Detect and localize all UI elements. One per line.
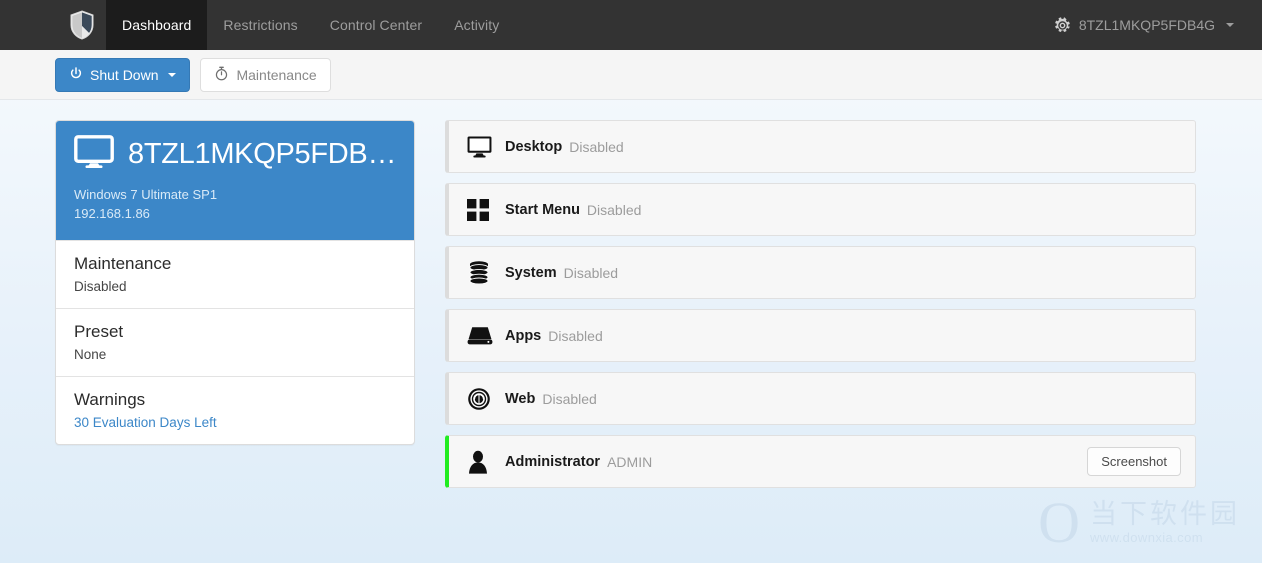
site-watermark: O 当下软件园 www.downxia.com bbox=[1038, 489, 1240, 555]
watermark-text: 当下软件园 www.downxia.com bbox=[1090, 501, 1240, 545]
nav-tab-control-center[interactable]: Control Center bbox=[314, 0, 438, 50]
nav-tab-label: Control Center bbox=[329, 17, 423, 33]
feature-name: System bbox=[505, 264, 557, 281]
feature-name: Desktop bbox=[505, 138, 563, 155]
feature-state: Disabled bbox=[563, 264, 619, 281]
monitor-icon bbox=[74, 135, 114, 174]
feature-name: Start Menu bbox=[505, 201, 580, 218]
hdd-icon bbox=[467, 326, 501, 346]
feature-column: Desktop Disabled Start Menu Disabled Sys… bbox=[445, 120, 1196, 488]
watermark-site-name: 当下软件园 bbox=[1090, 498, 1240, 530]
server-icon bbox=[467, 261, 501, 284]
panel-row-label: Preset bbox=[74, 321, 124, 341]
feature-state: Disabled bbox=[542, 390, 597, 407]
chevron-down-icon bbox=[1226, 23, 1234, 27]
warnings-link[interactable]: 30 Evaluation Days Left bbox=[74, 415, 396, 430]
feature-name: Apps bbox=[505, 327, 542, 344]
device-panel: 8TZL1MKQP5FDB… Windows 7 Ultimate SP1 19… bbox=[55, 120, 415, 445]
panel-row-label: Warnings bbox=[74, 389, 146, 409]
panel-row-preset: Preset None bbox=[56, 307, 414, 376]
device-meta: Windows 7 Ultimate SP1 192.168.1.86 bbox=[74, 186, 396, 224]
feature-row-apps[interactable]: Apps Disabled bbox=[445, 309, 1196, 362]
primary-nav: Dashboard Restrictions Control Center Ac… bbox=[106, 0, 515, 50]
account-menu[interactable]: 8TZL1MKQP5FDB4G bbox=[1054, 0, 1262, 50]
feature-state: Disabled bbox=[586, 201, 642, 218]
panel-row-maintenance: Maintenance Disabled bbox=[56, 239, 414, 308]
nav-tab-label: Restrictions bbox=[223, 17, 298, 33]
nav-tab-activity[interactable]: Activity bbox=[438, 0, 515, 50]
feature-state: Disabled bbox=[569, 138, 624, 155]
watermark-url: www.downxia.com bbox=[1090, 529, 1203, 545]
app-logo[interactable] bbox=[58, 0, 106, 50]
globe-icon bbox=[467, 387, 501, 411]
top-navbar: Dashboard Restrictions Control Center Ac… bbox=[0, 0, 1262, 50]
power-icon bbox=[69, 66, 83, 83]
action-toolbar: Shut Down Maintenance bbox=[0, 50, 1262, 100]
feature-row-desktop[interactable]: Desktop Disabled bbox=[445, 120, 1196, 173]
feature-row-start-menu[interactable]: Start Menu Disabled bbox=[445, 183, 1196, 236]
feature-name: Web bbox=[505, 390, 536, 407]
panel-row-value: None bbox=[74, 346, 107, 362]
maintenance-label: Maintenance bbox=[236, 66, 317, 83]
feature-state: ADMIN bbox=[607, 453, 653, 470]
panel-row-value: Disabled bbox=[74, 278, 127, 294]
device-panel-header: 8TZL1MKQP5FDB… Windows 7 Ultimate SP1 19… bbox=[56, 121, 414, 240]
screenshot-button[interactable]: Screenshot bbox=[1087, 447, 1181, 476]
device-name: 8TZL1MKQP5FDB… bbox=[128, 138, 396, 170]
panel-row-warnings: Warnings 30 Evaluation Days Left bbox=[56, 375, 414, 444]
gear-icon bbox=[1054, 16, 1071, 34]
nav-tab-dashboard[interactable]: Dashboard bbox=[106, 0, 208, 50]
feature-row-administrator[interactable]: Administrator ADMIN Screenshot bbox=[445, 435, 1196, 488]
feature-state: Disabled bbox=[548, 327, 603, 344]
feature-list: Desktop Disabled Start Menu Disabled Sys… bbox=[445, 120, 1196, 488]
device-summary-column: 8TZL1MKQP5FDB… Windows 7 Ultimate SP1 19… bbox=[55, 120, 415, 445]
stopwatch-icon bbox=[214, 66, 229, 83]
maintenance-button[interactable]: Maintenance bbox=[200, 57, 331, 92]
panel-row-label: Maintenance bbox=[74, 253, 172, 273]
main-content: 8TZL1MKQP5FDB… Windows 7 Ultimate SP1 19… bbox=[0, 100, 1262, 488]
windows-icon bbox=[467, 198, 501, 221]
device-ip: 192.168.1.86 bbox=[74, 205, 150, 221]
nav-tab-label: Dashboard bbox=[122, 17, 192, 33]
nav-tab-restrictions[interactable]: Restrictions bbox=[207, 0, 313, 50]
monitor-icon bbox=[467, 135, 501, 158]
feature-row-system[interactable]: System Disabled bbox=[445, 246, 1196, 299]
shutdown-label: Shut Down bbox=[90, 66, 159, 83]
chevron-down-icon bbox=[168, 72, 177, 77]
shutdown-button[interactable]: Shut Down bbox=[55, 57, 191, 92]
shield-icon bbox=[69, 10, 95, 40]
device-os: Windows 7 Ultimate SP1 bbox=[74, 187, 218, 202]
feature-row-web[interactable]: Web Disabled bbox=[445, 372, 1196, 425]
watermark-logo-icon: O bbox=[1038, 489, 1080, 555]
feature-name: Administrator bbox=[505, 453, 601, 470]
account-name: 8TZL1MKQP5FDB4G bbox=[1078, 17, 1215, 33]
nav-tab-label: Activity bbox=[454, 17, 500, 33]
user-icon bbox=[467, 450, 501, 474]
